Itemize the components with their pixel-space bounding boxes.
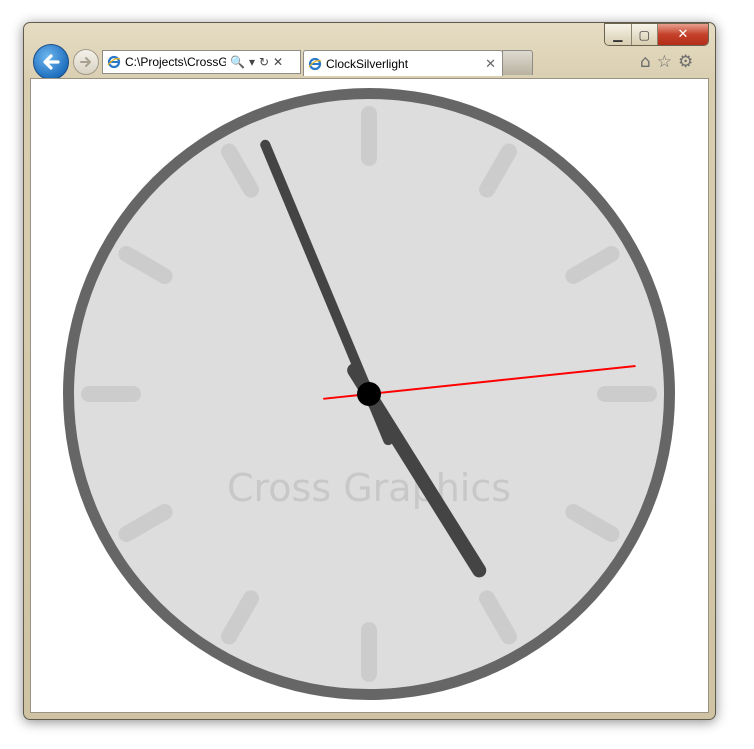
- tab-title: ClockSilverlight: [326, 56, 409, 71]
- address-text[interactable]: C:\Projects\CrossG: [125, 55, 226, 69]
- clock: Cross Graphics: [63, 88, 675, 700]
- dropdown-icon[interactable]: ▾: [249, 55, 255, 69]
- page-content: Cross Graphics: [30, 78, 709, 713]
- close-window-button[interactable]: ✕: [658, 24, 708, 45]
- tab-close-icon[interactable]: ✕: [485, 56, 496, 72]
- stop-icon[interactable]: ✕: [273, 55, 283, 69]
- tab-clocksilverlight[interactable]: ClockSilverlight ✕: [303, 50, 503, 76]
- ie-page-icon: [107, 55, 121, 69]
- back-arrow-icon: [43, 54, 60, 70]
- tools-gear-icon[interactable]: ⚙: [678, 52, 693, 72]
- minimize-button[interactable]: ▁: [605, 24, 632, 45]
- refresh-icon[interactable]: ↻: [259, 55, 269, 69]
- clock-center-hub: [357, 382, 381, 406]
- home-icon[interactable]: ⌂: [640, 52, 651, 72]
- forward-arrow-icon: [80, 57, 91, 67]
- ie-tab-icon: [308, 57, 322, 70]
- forward-button[interactable]: [73, 49, 99, 75]
- address-bar[interactable]: C:\Projects\CrossG 🔍 ▾ ↻ ✕: [102, 50, 301, 74]
- window-caption-buttons: ▁ ▢ ✕: [604, 23, 709, 46]
- clock-watermark: Cross Graphics: [227, 466, 511, 510]
- favorites-star-icon[interactable]: ☆: [657, 52, 672, 72]
- search-icon[interactable]: 🔍: [230, 55, 245, 69]
- browser-toolbar: ⌂ ☆ ⚙: [640, 52, 693, 72]
- new-tab-button[interactable]: [502, 50, 533, 75]
- back-button[interactable]: [33, 44, 69, 80]
- maximize-button[interactable]: ▢: [631, 24, 658, 45]
